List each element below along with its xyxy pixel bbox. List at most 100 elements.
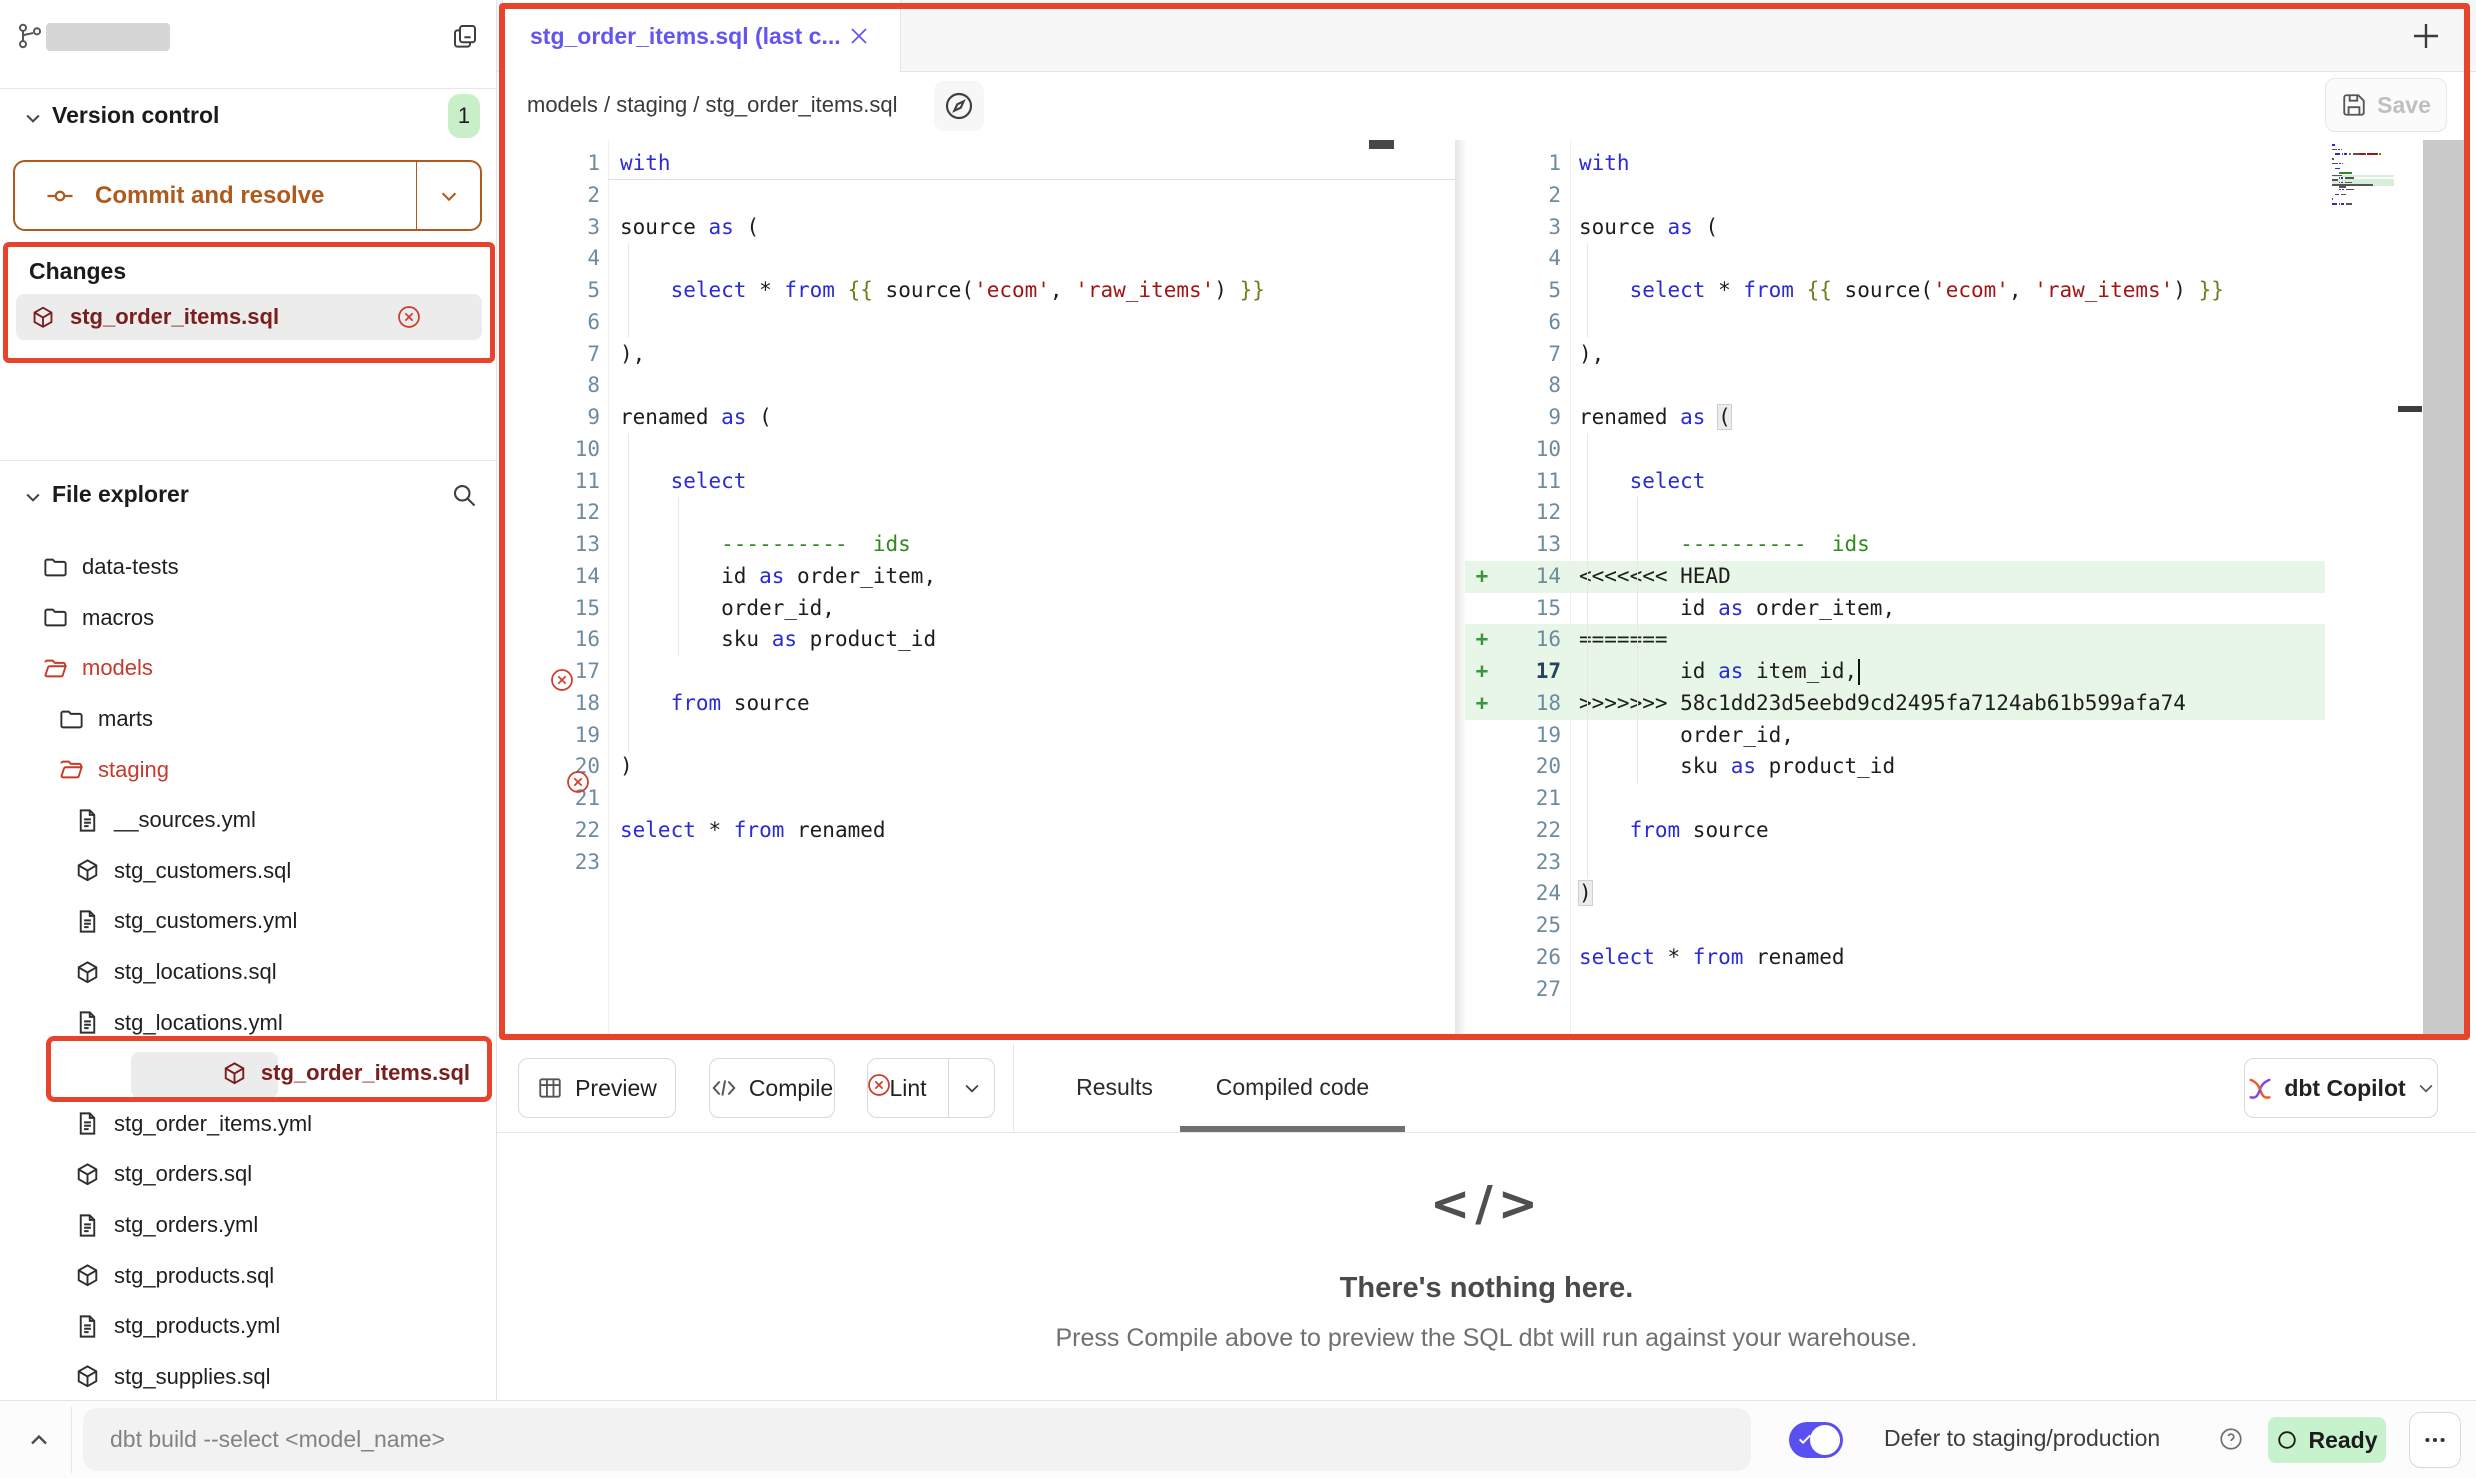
defer-toggle[interactable] [1789,1422,1843,1458]
code-line-right-24[interactable]: 24) [1465,878,2476,910]
command-input[interactable] [83,1408,1751,1471]
minimap[interactable] [2332,144,2394,208]
file-tree-item-staging[interactable]: staging [0,744,496,795]
line-content: select * from renamed [600,815,886,847]
toggle-knob [1810,1425,1840,1455]
code-line-right-25[interactable]: 25 [1465,910,2476,942]
compile-label: Compile [749,1075,833,1102]
tab-results[interactable]: Results [1042,1043,1187,1132]
lint-options-dropdown[interactable] [948,1059,994,1117]
file-tree-item-stg-products-sql[interactable]: stg_products.sql [0,1250,496,1301]
code-line-right-10[interactable]: 10 [1465,434,2476,466]
lineage-icon[interactable] [934,81,984,131]
preview-button[interactable]: Preview [518,1058,676,1118]
file-tree-item-stg-locations-yml[interactable]: stg_locations.yml [0,997,496,1048]
line-content: id as item_id, [1561,656,1860,688]
code-pane-working[interactable]: 1with23source as (45 select * from {{ so… [1465,140,2476,1038]
code-line-right-15[interactable]: 15 id as order_item, [1465,593,2476,625]
line-number: 16 [1499,624,1561,656]
code-line-right-17[interactable]: +17 id as item_id, [1465,656,2476,688]
code-line-right-3[interactable]: 3source as ( [1465,212,2476,244]
code-line-left-12: 12 [497,497,1455,529]
line-number: 11 [1499,466,1561,498]
preview-label: Preview [575,1075,657,1102]
code-editor[interactable]: 1with23source as (45 select * from {{ so… [497,140,2476,1038]
code-line-right-16[interactable]: +16======= [1465,624,2476,656]
empty-state-subtitle: Press Compile above to preview the SQL d… [497,1324,2476,1353]
line-number: 6 [1499,307,1561,339]
code-line-right-6[interactable]: 6 [1465,307,2476,339]
close-icon[interactable] [847,24,871,48]
code-line-left-23: 23 [497,847,1455,879]
left-pane-scrollbar[interactable] [1369,140,1394,149]
code-line-right-18[interactable]: +18>>>>>>> 58c1dd23d5eebd9cd2495fa7124ab… [1465,688,2476,720]
file-tree-item-data-tests[interactable]: data-tests [0,542,496,593]
compile-button[interactable]: Compile [709,1058,835,1118]
file-name: stg_products.sql [114,1263,274,1289]
status-badge-ready[interactable]: Ready [2268,1417,2386,1463]
code-line-right-7[interactable]: 7), [1465,339,2476,371]
file-explorer-section-header[interactable]: File explorer [0,461,496,531]
toolbar-divider [1013,1043,1014,1132]
diff-added-marker [1465,593,1499,625]
dbt-copilot-button[interactable]: dbt Copilot [2244,1058,2438,1118]
file-tree-item-macros[interactable]: macros [0,593,496,644]
file-tree-item-stg-customers-sql[interactable]: stg_customers.sql [0,846,496,897]
model-icon [74,1161,101,1188]
code-line-right-26[interactable]: 26select * from renamed [1465,942,2476,974]
file-tree-item-stg-orders-yml[interactable]: stg_orders.yml [0,1200,496,1251]
search-icon[interactable] [450,481,478,509]
line-number: 27 [1499,974,1561,1006]
diff-added-marker [1465,180,1499,212]
file-tree-item-stg-locations-sql[interactable]: stg_locations.sql [0,947,496,998]
right-pane-scrollbar[interactable] [2423,140,2465,1038]
line-content: source as ( [600,212,759,244]
code-line-left-10: 10 [497,434,1455,466]
version-control-section-header[interactable]: Version control 1 [0,90,496,146]
code-line-right-4[interactable]: 4 [1465,243,2476,275]
save-button[interactable]: Save [2325,78,2447,132]
discard-change-icon[interactable] [866,1072,892,1098]
discard-change-icon[interactable] [565,769,591,795]
file-tree-item-stg-orders-sql[interactable]: stg_orders.sql [0,1149,496,1200]
more-options-button[interactable] [2409,1412,2461,1468]
file-tree-item--sources-yml[interactable]: __sources.yml [0,795,496,846]
file-tree-item-stg-customers-yml[interactable]: stg_customers.yml [0,896,496,947]
file-tree-item-stg-products-yml[interactable]: stg_products.yml [0,1301,496,1352]
code-line-right-11[interactable]: 11 select [1465,466,2476,498]
new-tab-plus-icon[interactable] [2406,16,2446,56]
changed-file-row[interactable]: stg_order_items.sql [16,294,482,340]
code-line-right-9[interactable]: 9renamed as ( [1465,402,2476,434]
caret-up-icon[interactable] [24,1425,54,1455]
line-content: ), [1561,339,1604,371]
commit-options-dropdown[interactable] [416,162,480,229]
discard-change-icon[interactable] [549,667,575,693]
code-line-right-14[interactable]: +14<<<<<<< HEAD [1465,561,2476,593]
code-line-right-13[interactable]: 13 ---------- ids [1465,529,2476,561]
code-line-right-23[interactable]: 23 [1465,847,2476,879]
file-name: staging [98,757,169,783]
folder-open-icon [42,655,69,682]
code-line-right-20[interactable]: 20 sku as product_id [1465,751,2476,783]
commit-and-resolve-button[interactable]: Commit and resolve [13,160,482,231]
code-line-right-21[interactable]: 21 [1465,783,2476,815]
file-tree-item-models[interactable]: models [0,643,496,694]
code-line-right-1[interactable]: 1with [1465,148,2476,180]
file-tree-item-stg-supplies-sql[interactable]: stg_supplies.sql [0,1352,496,1403]
copy-icon[interactable] [450,21,480,51]
code-line-right-19[interactable]: 19 order_id, [1465,720,2476,752]
help-icon[interactable] [2218,1426,2244,1452]
file-tree-item-marts[interactable]: marts [0,694,496,745]
code-line-right-8[interactable]: 8 [1465,370,2476,402]
tab-compiled-code[interactable]: Compiled code [1180,1043,1405,1132]
code-line-right-22[interactable]: 22 from source [1465,815,2476,847]
code-line-right-5[interactable]: 5 select * from {{ source('ecom', 'raw_i… [1465,275,2476,307]
discard-change-icon[interactable] [396,304,422,330]
code-line-right-2[interactable]: 2 [1465,180,2476,212]
file-tree-item-stg-order-items-yml[interactable]: stg_order_items.yml [0,1099,496,1150]
code-line-right-12[interactable]: 12 [1465,497,2476,529]
code-line-right-27[interactable]: 27 [1465,974,2476,1006]
tab-stg-order-items[interactable]: stg_order_items.sql (last c... [502,0,901,72]
status-circle-icon [2276,1429,2298,1451]
file-tree-item-stg-order-items-sql[interactable]: stg_order_items.sql [0,1048,496,1099]
